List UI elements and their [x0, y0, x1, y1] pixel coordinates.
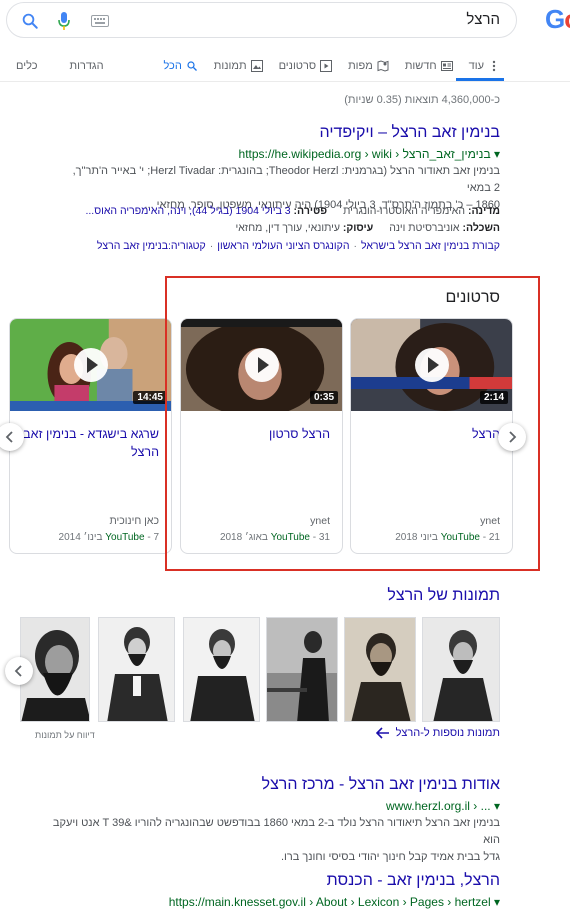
search-input[interactable]: הרצל — [466, 11, 500, 28]
tab-maps[interactable]: מפות — [340, 56, 397, 76]
image-thumbnail[interactable] — [344, 617, 416, 722]
more-images-link[interactable]: תמונות נוספות ל-הרצל — [375, 727, 500, 739]
result-snippet-herzl: בנימין זאב הרצל תיאודור הרצל נולד ב-2 במ… — [50, 815, 500, 866]
image-thumbnail[interactable] — [183, 617, 260, 722]
tab-label: הכל — [163, 60, 182, 72]
images-heading[interactable]: תמונות של הרצל — [387, 587, 500, 605]
video-platform: YouTube — [105, 532, 145, 543]
tab-images[interactable]: תמונות — [206, 56, 271, 76]
video-title[interactable]: שרגא בישגדא - בנימין זאב הרצל — [19, 425, 159, 461]
news-icon — [440, 61, 453, 71]
video-duration: 14:45 — [133, 391, 167, 404]
result-url-wikipedia[interactable]: https://he.wikipedia.org › wiki › בנימין… — [239, 147, 500, 161]
fact-country: מדינה: האימפריה האוסטרו-הונגרית — [343, 205, 500, 217]
tab-more[interactable]: עוד — [461, 56, 508, 76]
report-images-link[interactable]: דיווח על תמונות — [35, 730, 95, 740]
result-stats: כ-4,360,000 תוצאות (0.35 שניות) — [344, 94, 500, 106]
tools-link[interactable]: כלים — [16, 60, 37, 72]
fact-row: מדינה: האימפריה האוסטרו-הונגרית פטירה: 3… — [70, 203, 500, 220]
sitelink-separator: · — [353, 240, 357, 252]
result-title-wikipedia[interactable]: בנימין זאב הרצל – ויקיפדיה — [320, 124, 500, 142]
search-icon[interactable] — [21, 12, 39, 30]
result-title-herzl[interactable]: אודות בנימין זאב הרצל - מרכז הרצל — [262, 776, 500, 794]
fact-death-link[interactable]: 3 ביולי 1904 (בגיל 44); וינה, האימפריה ה… — [85, 205, 290, 217]
microphone-icon[interactable] — [57, 11, 71, 31]
portrait-image — [423, 618, 499, 721]
chevron-left-icon — [14, 665, 22, 677]
map-icon — [377, 60, 389, 72]
snippet-line: בנימין זאב הרצל תיאודור הרצל נולד ב-2 במ… — [52, 817, 500, 846]
wiki-sitelinks: קבורת בנימין זאב הרצל בישראל·הקונגרס הצי… — [97, 240, 500, 252]
image-thumbnail[interactable] — [422, 617, 500, 722]
tab-all[interactable]: הכל — [155, 56, 205, 76]
tab-label: מפות — [348, 60, 373, 72]
arrow-left-icon — [375, 727, 389, 739]
fact-row: השכלה: אוניברסיטת וינה עיסוק: עיתונאי, ע… — [70, 220, 500, 237]
header-divider — [0, 81, 570, 82]
result-title-knesset[interactable]: הרצל, בנימין זאב - הכנסת — [327, 872, 500, 890]
video-card[interactable]: 14:45 שרגא בישגדא - בנימין זאב הרצל כאן … — [9, 318, 172, 554]
keyboard-icon[interactable] — [91, 15, 109, 27]
result-url-herzl[interactable]: www.herzl.org.il › ... ▾ — [386, 799, 500, 813]
portrait-image — [267, 618, 337, 721]
tab-label: סרטונים — [278, 60, 317, 72]
fact-occupation: עיסוק: עיתונאי, עורך דין, מחזאי — [235, 222, 374, 234]
image-thumbnail[interactable] — [266, 617, 338, 722]
logo-letter-o: o — [564, 4, 570, 34]
more-images-label: תמונות נוספות ל-הרצל — [395, 727, 500, 739]
wiki-facts: מדינה: האימפריה האוסטרו-הונגרית פטירה: 3… — [70, 203, 500, 237]
more-vert-icon — [492, 60, 496, 72]
snippet-line: גדל בבית אמיד קבל חינוך יהודי בסיסי וחונ… — [280, 851, 500, 863]
fact-death: פטירה: 3 ביולי 1904 (בגיל 44); וינה, האי… — [85, 205, 328, 217]
tools-links: כלים הגדרות — [16, 60, 104, 72]
video-source: כאן חינוכית — [109, 515, 160, 527]
sitelink-separator: · — [209, 240, 214, 252]
tab-label: עוד — [468, 60, 484, 72]
tab-label: תמונות — [213, 60, 247, 72]
snippet-line: בנימין זאב תאודור הרצל (בגרמנית: Theodor… — [72, 165, 500, 194]
video-meta: YouTube - 7 בינו׳ 2014 — [58, 532, 159, 543]
video-icon — [320, 60, 333, 72]
portrait-image — [345, 618, 415, 721]
settings-link[interactable]: הגדרות — [69, 60, 103, 72]
sitelink[interactable]: קטגוריה:בנימין זאב הרצל — [97, 240, 206, 252]
portrait-image — [184, 618, 259, 721]
image-icon — [250, 60, 263, 72]
search-tabs: הכל תמונות סרטונים מפות חדשות עוד — [155, 56, 508, 76]
logo-letter-g: G — [545, 4, 565, 34]
search-icon — [187, 61, 197, 71]
sitelink[interactable]: קבורת בנימין זאב הרצל בישראל — [361, 240, 500, 252]
search-box[interactable]: הרצל — [6, 2, 517, 38]
sitelink[interactable]: הקונגרס הציוני העולמי הראשון — [217, 240, 349, 252]
result-url-knesset[interactable]: https://main.knesset.gov.il › About › Le… — [169, 895, 500, 909]
chevron-left-icon — [5, 431, 13, 443]
tab-label: חדשות — [404, 60, 437, 72]
fact-education: השכלה: אוניברסיטת וינה — [389, 222, 500, 234]
tab-news[interactable]: חדשות — [397, 56, 461, 76]
images-prev-button[interactable] — [5, 657, 33, 685]
highlight-box — [165, 276, 540, 571]
image-thumbnail[interactable] — [98, 617, 175, 722]
google-logo[interactable]: Go — [545, 4, 570, 35]
play-icon[interactable] — [73, 348, 108, 382]
tab-videos[interactable]: סרטונים — [271, 56, 341, 76]
portrait-image — [99, 618, 174, 721]
